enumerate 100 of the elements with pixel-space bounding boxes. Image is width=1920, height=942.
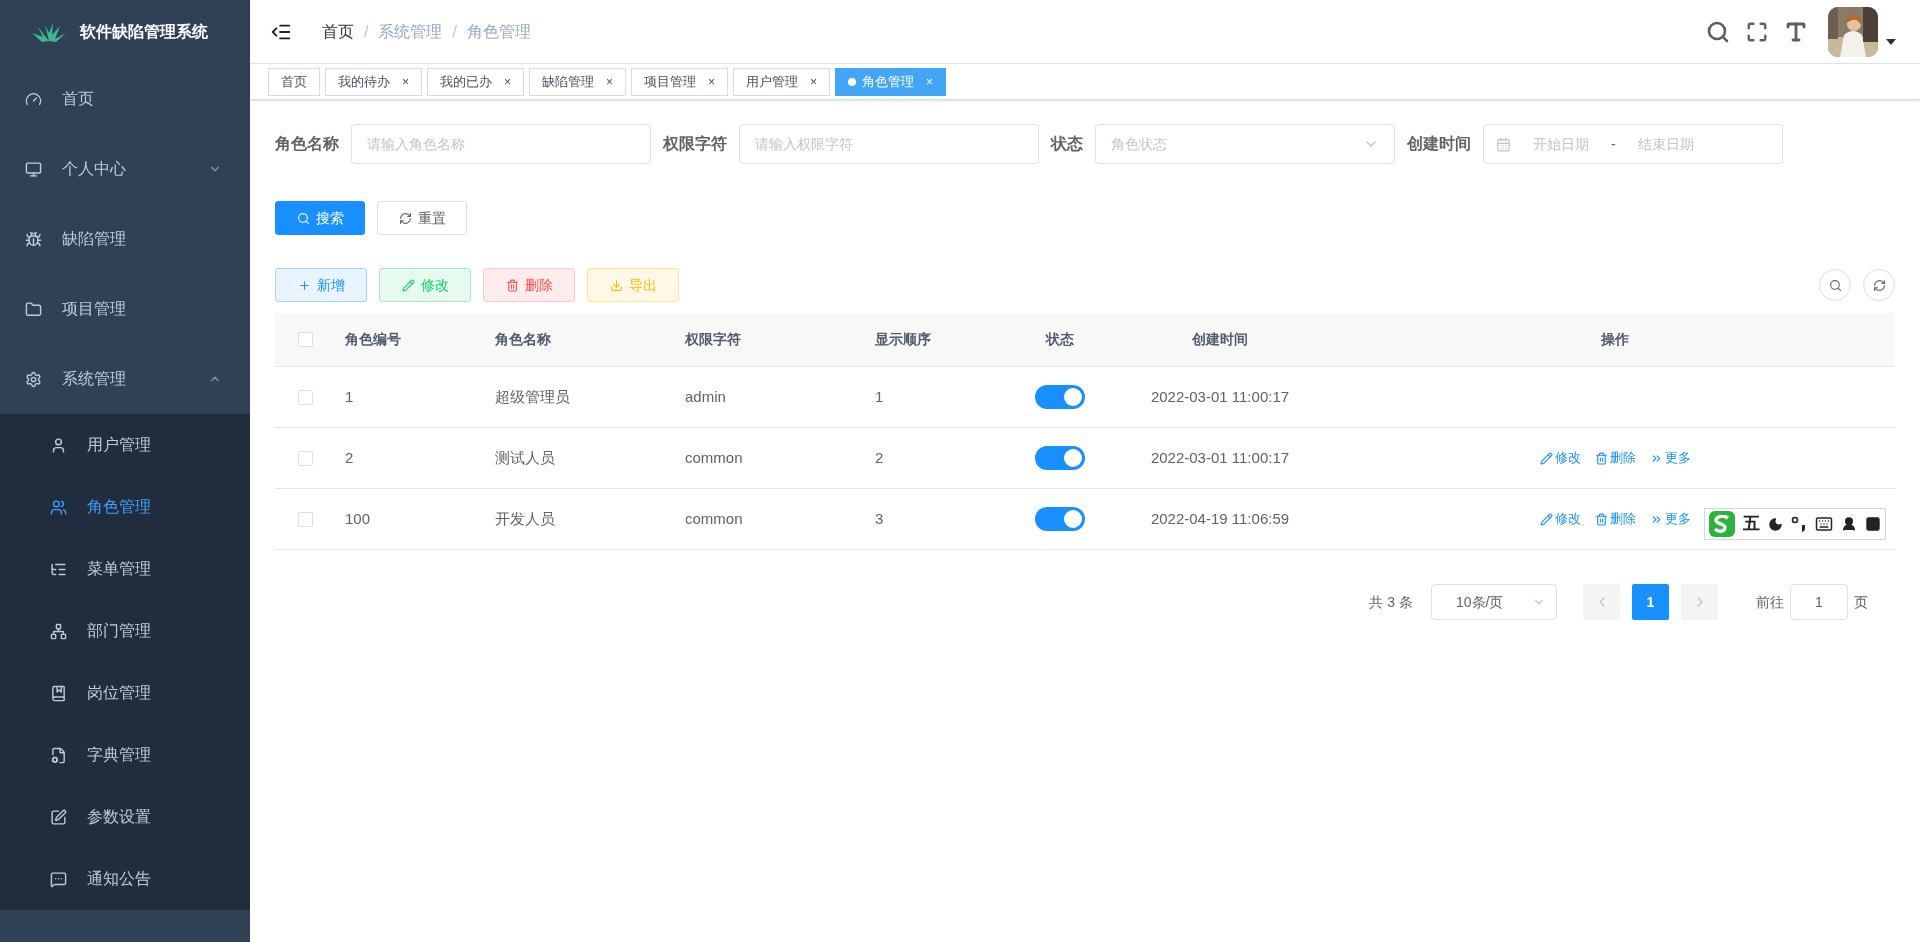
sidebar-item[interactable]: 个人中心	[0, 134, 250, 204]
edit-link[interactable]: 修改	[1539, 448, 1581, 468]
sidebar-subitem[interactable]: 字典管理	[0, 724, 250, 786]
sidebar-item[interactable]: 首页	[0, 64, 250, 134]
user-icon[interactable]	[1841, 516, 1857, 532]
table-cell: 3	[875, 509, 884, 527]
column-header: 权限字符	[685, 331, 741, 347]
trash-icon	[1594, 512, 1608, 526]
ime-logo-icon	[1709, 511, 1735, 537]
tab[interactable]: 首页	[268, 67, 320, 96]
sidebar-subitem[interactable]: 角色管理	[0, 476, 250, 538]
sidebar-subitem[interactable]: 部门管理	[0, 600, 250, 662]
breadcrumb-separator: /	[364, 21, 369, 42]
row-checkbox[interactable]	[297, 450, 313, 466]
status-switch[interactable]	[1035, 507, 1085, 531]
page-suffix: 页	[1854, 592, 1868, 612]
breadcrumb-item[interactable]: 首页	[322, 19, 354, 44]
sidebar-subitem[interactable]: 参数设置	[0, 786, 250, 848]
search-icon	[1828, 278, 1842, 292]
refresh-icon	[398, 211, 412, 225]
select-all-checkbox[interactable]	[297, 332, 313, 347]
tab[interactable]: 项目管理 ×	[631, 67, 729, 96]
tab[interactable]: 我的待办 ×	[325, 67, 422, 96]
gauge-icon	[25, 90, 42, 108]
close-icon[interactable]: ×	[606, 72, 614, 91]
table-cell: 超级管理员	[495, 387, 570, 405]
table-cell-text: 2022-04-19 11:06:59	[1150, 508, 1290, 529]
table-cell: 2	[345, 448, 354, 466]
bug-icon	[25, 230, 42, 248]
column-header: 角色名称	[495, 331, 551, 347]
close-icon[interactable]: ×	[402, 72, 409, 91]
page-size-select[interactable]: 10条/页	[1431, 584, 1557, 620]
table-cell: 100	[345, 509, 371, 527]
table-cell: admin	[685, 387, 726, 405]
delete-link[interactable]: 删除	[1594, 448, 1636, 468]
close-icon[interactable]: ×	[504, 72, 512, 91]
breadcrumb-separator: /	[452, 21, 457, 42]
gear-icon	[25, 370, 42, 388]
hierarchy-icon	[50, 622, 67, 640]
chat-icon	[50, 870, 67, 888]
delete-link[interactable]: 删除	[1594, 509, 1636, 529]
close-icon[interactable]: ×	[708, 72, 716, 91]
table-cell: common	[685, 448, 743, 466]
tab[interactable]: 我的已办 ×	[427, 67, 525, 96]
table-cell-text: 2022-03-01 11:00:17	[1150, 386, 1290, 407]
sidebar-subitem[interactable]: 通知公告	[0, 848, 250, 910]
column-header: 操作	[1601, 330, 1629, 349]
user-icon	[50, 436, 67, 454]
pencil-icon	[1539, 451, 1553, 465]
moon-icon[interactable]	[1768, 516, 1783, 532]
total-count: 共 3 条	[1369, 592, 1413, 612]
table-cell: 测试人员	[495, 448, 555, 466]
caret-icon[interactable]	[1886, 38, 1896, 45]
table-cell: common	[685, 509, 743, 527]
pencil-icon	[401, 278, 415, 292]
input-mode[interactable]: 五	[1743, 511, 1760, 537]
sidebar-subitem[interactable]: 菜单管理	[0, 538, 250, 600]
table-cell-text: 2022-03-01 11:00:17	[1150, 447, 1290, 468]
more-link[interactable]: 更多	[1649, 509, 1691, 529]
refresh-icon	[1872, 278, 1886, 292]
sidebar-subitem[interactable]: 用户管理	[0, 414, 250, 476]
punctuation-icon[interactable]	[1791, 516, 1807, 532]
sidebar-item[interactable]: 系统管理	[0, 344, 250, 414]
sidebar-subitem[interactable]: 岗位管理	[0, 662, 250, 724]
fullscreen-icon[interactable]	[1746, 20, 1768, 43]
document-icon	[50, 746, 67, 764]
column-header: 状态	[1046, 330, 1074, 349]
sidebar-item[interactable]: 缺陷管理	[0, 204, 250, 274]
trash-icon	[1594, 451, 1608, 465]
app-title: 软件缺陷管理系统	[80, 22, 208, 42]
row-checkbox[interactable]	[297, 511, 313, 527]
filter-label: 创建时间	[1407, 134, 1471, 154]
column-header: 创建时间	[1192, 330, 1248, 349]
reset-button[interactable]: 重置	[377, 201, 467, 235]
status-switch[interactable]	[1035, 446, 1085, 470]
goto-label: 前往	[1756, 592, 1784, 612]
row-checkbox[interactable]	[297, 389, 313, 405]
date-range-field[interactable]: 开始日期 - 结束日期	[1483, 124, 1783, 164]
plus-icon	[297, 278, 311, 292]
download-icon	[609, 278, 623, 292]
users-icon	[50, 498, 67, 516]
tab[interactable]: 缺陷管理 ×	[529, 67, 627, 96]
search-icon[interactable]	[1706, 19, 1730, 44]
column-header: 角色编号	[345, 331, 401, 347]
edit-link[interactable]: 修改	[1539, 509, 1581, 529]
column-header: 显示顺序	[875, 331, 931, 347]
more-link[interactable]: 更多	[1649, 448, 1691, 468]
close-icon[interactable]: ×	[810, 72, 818, 91]
goto-page-field[interactable]: 1	[1790, 584, 1848, 620]
sidebar-item[interactable]: 项目管理	[0, 274, 250, 344]
filter-label: 状态	[1051, 134, 1083, 154]
book-icon	[50, 684, 67, 702]
status-switch[interactable]	[1035, 385, 1085, 409]
trash-icon	[505, 278, 519, 292]
range-separator: -	[1611, 134, 1616, 154]
keyboard-icon[interactable]	[1815, 515, 1833, 533]
table-cell: 开发人员	[495, 509, 555, 527]
monitor-icon	[25, 160, 42, 178]
tab[interactable]: 用户管理 ×	[733, 67, 831, 96]
table-cell: 1	[875, 387, 884, 405]
